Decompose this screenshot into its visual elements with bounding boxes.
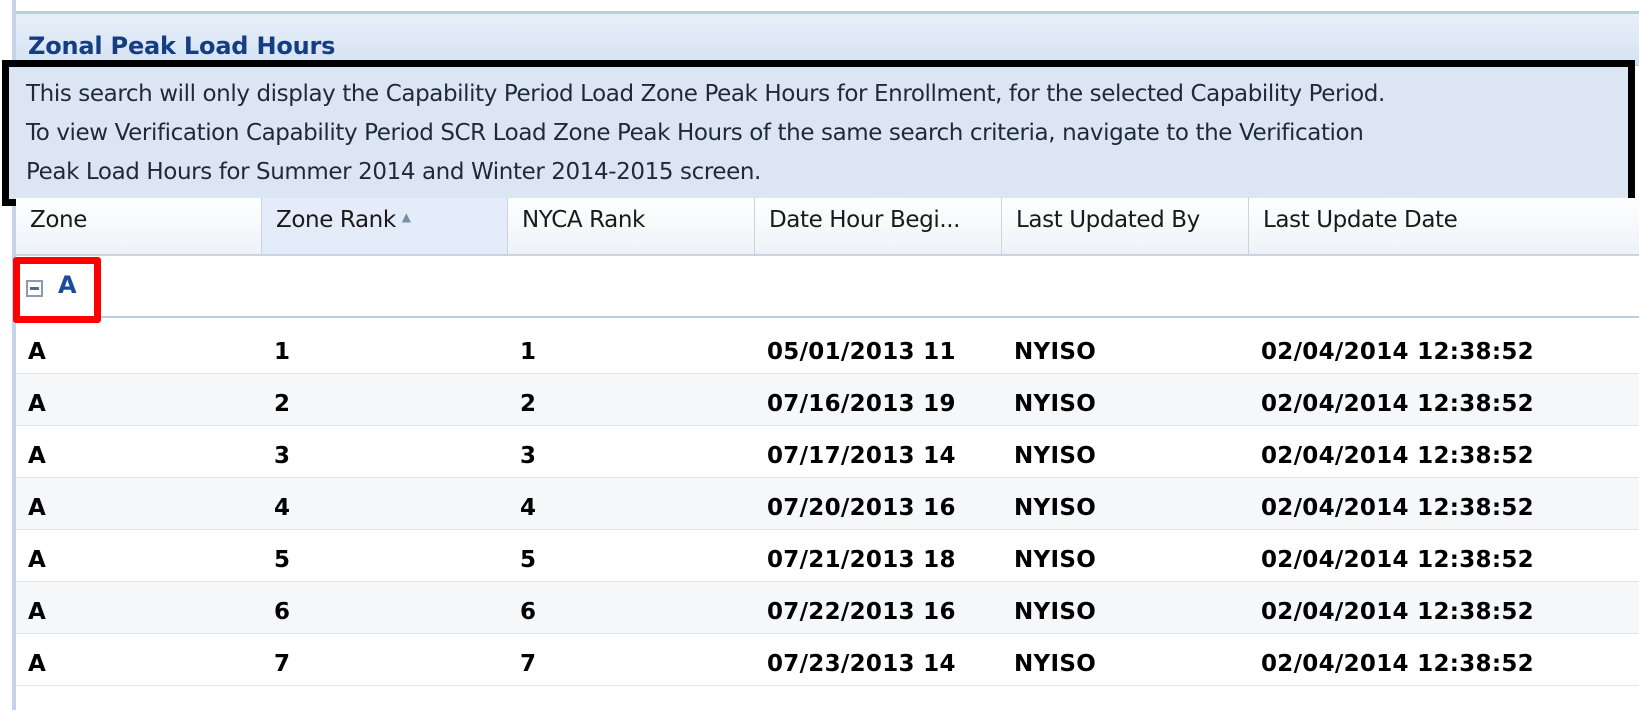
group-row <box>16 256 1639 318</box>
cell-zone: A <box>28 651 47 677</box>
cell-last-update-date: 02/04/2014 12:38:52 <box>1261 547 1534 573</box>
cell-last-updated-by: NYISO <box>1014 339 1097 365</box>
column-header-label: Zone Rank <box>276 207 396 233</box>
table-row[interactable]: A 3 3 07/17/2013 14 NYISO 02/04/2014 12:38:52 <box>16 426 1639 478</box>
cell-last-updated-by: NYISO <box>1014 651 1097 677</box>
cell-nyca-rank: 3 <box>520 443 537 469</box>
panel-header: Zonal Peak Load Hours <box>16 14 1639 66</box>
cell-last-updated-by: NYISO <box>1014 547 1097 573</box>
cell-last-updated-by: NYISO <box>1014 443 1097 469</box>
cell-last-update-date: 02/04/2014 12:38:52 <box>1261 339 1534 365</box>
cell-nyca-rank: 7 <box>520 651 537 677</box>
cell-date-hour-begin: 07/20/2013 16 <box>767 495 956 521</box>
cell-zone-rank: 5 <box>274 547 291 573</box>
grid-header-row: Zone Zone Rank ▲ NYCA Rank Date Hour Begi… <box>16 198 1639 256</box>
cell-zone: A <box>28 599 47 625</box>
cell-zone-rank: 4 <box>274 495 291 521</box>
cell-last-update-date: 02/04/2014 12:38:52 <box>1261 391 1534 417</box>
table-row[interactable]: A 4 4 07/20/2013 16 NYISO 02/04/2014 12:38:52 <box>16 478 1639 530</box>
table-row[interactable]: A 5 5 07/21/2013 18 NYISO 02/04/2014 12:38:52 <box>16 530 1639 582</box>
table-row[interactable]: A 7 7 07/23/2013 14 NYISO 02/04/2014 12:38:52 <box>16 634 1639 686</box>
cell-nyca-rank: 5 <box>520 547 537 573</box>
cell-date-hour-begin: 07/17/2013 14 <box>767 443 956 469</box>
cell-date-hour-begin: 07/21/2013 18 <box>767 547 956 573</box>
cell-nyca-rank: 1 <box>520 339 537 365</box>
info-line: Peak Load Hours for Summer 2014 and Wint… <box>26 159 761 185</box>
column-header-zone[interactable]: Zone <box>16 198 262 254</box>
cell-date-hour-begin: 07/23/2013 14 <box>767 651 956 677</box>
column-header-zone-rank[interactable]: Zone Rank ▲ <box>262 198 508 254</box>
cell-last-update-date: 02/04/2014 12:38:52 <box>1261 599 1534 625</box>
cell-zone: A <box>28 495 47 521</box>
column-header-label: Date Hour Begi... <box>769 207 961 233</box>
table-row[interactable]: A 2 2 07/16/2013 19 NYISO 02/04/2014 12:38:52 <box>16 374 1639 426</box>
column-header-last-update-date[interactable]: Last Update Date <box>1249 198 1639 254</box>
cell-zone-rank: 3 <box>274 443 291 469</box>
table-row[interactable]: A 1 1 05/01/2013 11 NYISO 02/04/2014 12:38:52 <box>16 322 1639 374</box>
window-top-edge <box>0 0 1639 14</box>
cell-last-updated-by: NYISO <box>1014 495 1097 521</box>
cell-last-update-date: 02/04/2014 12:38:52 <box>1261 651 1534 677</box>
cell-last-update-date: 02/04/2014 12:38:52 <box>1261 443 1534 469</box>
cell-zone: A <box>28 339 47 365</box>
cell-last-updated-by: NYISO <box>1014 599 1097 625</box>
column-header-label: Last Update Date <box>1263 207 1458 233</box>
info-message-box: This search will only display the Capabi… <box>2 60 1635 206</box>
column-header-label: Zone <box>30 207 87 233</box>
cell-zone: A <box>28 443 47 469</box>
panel-title: Zonal Peak Load Hours <box>28 32 336 60</box>
cell-zone-rank: 6 <box>274 599 291 625</box>
cell-date-hour-begin: 07/16/2013 19 <box>767 391 956 417</box>
cell-zone: A <box>28 547 47 573</box>
cell-zone-rank: 7 <box>274 651 291 677</box>
cell-zone-rank: 1 <box>274 339 291 365</box>
sort-ascending-icon: ▲ <box>401 210 411 224</box>
cell-date-hour-begin: 07/22/2013 16 <box>767 599 956 625</box>
cell-nyca-rank: 4 <box>520 495 537 521</box>
cell-nyca-rank: 6 <box>520 599 537 625</box>
table-row[interactable]: A 6 6 07/22/2013 16 NYISO 02/04/2014 12:38:52 <box>16 582 1639 634</box>
column-header-last-updated-by[interactable]: Last Updated By <box>1002 198 1249 254</box>
cell-zone: A <box>28 391 47 417</box>
cell-last-updated-by: NYISO <box>1014 391 1097 417</box>
highlight-box <box>13 257 101 323</box>
column-header-label: NYCA Rank <box>522 207 645 233</box>
cell-zone-rank: 2 <box>274 391 291 417</box>
column-header-label: Last Updated By <box>1016 207 1200 233</box>
info-line: To view Verification Capability Period S… <box>26 120 1364 146</box>
column-header-nyca-rank[interactable]: NYCA Rank <box>508 198 755 254</box>
cell-nyca-rank: 2 <box>520 391 537 417</box>
cell-last-update-date: 02/04/2014 12:38:52 <box>1261 495 1534 521</box>
column-header-date-hour-begin[interactable]: Date Hour Begi... <box>755 198 1002 254</box>
cell-date-hour-begin: 05/01/2013 11 <box>767 339 956 365</box>
info-line: This search will only display the Capabi… <box>26 81 1385 107</box>
